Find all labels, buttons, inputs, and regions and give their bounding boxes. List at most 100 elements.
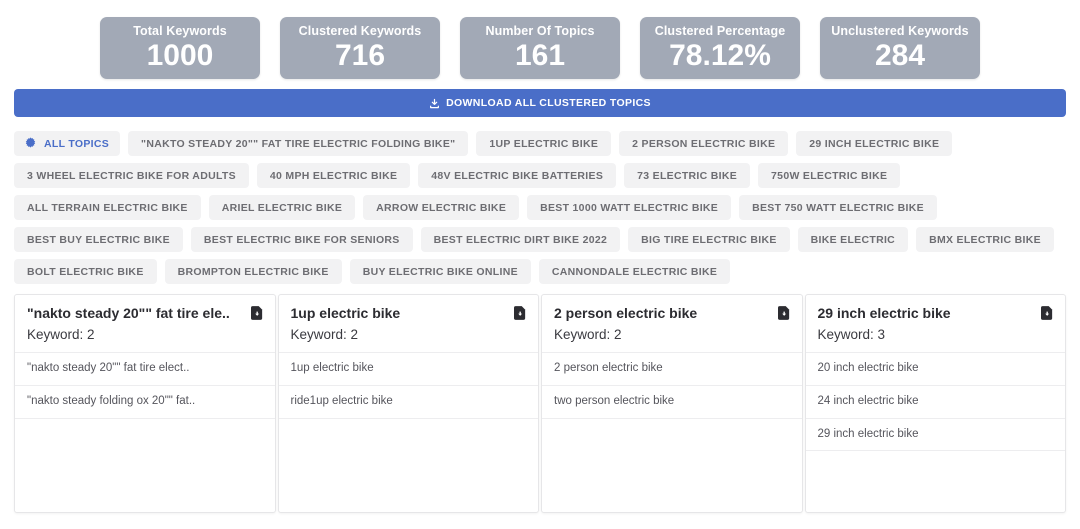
topic-tag[interactable]: BEST 1000 WATT ELECTRIC BIKE <box>527 195 731 220</box>
topic-tag[interactable]: BEST ELECTRIC DIRT BIKE 2022 <box>421 227 621 252</box>
cluster-keyword-item[interactable]: two person electric bike <box>542 386 802 419</box>
stat-value: 284 <box>875 40 925 72</box>
cluster-card-header: 29 inch electric bike Keyword: 3 <box>806 295 1066 353</box>
topic-tag-label: 3 WHEEL ELECTRIC BIKE FOR ADULTS <box>27 170 236 182</box>
topic-tag[interactable]: BUY ELECTRIC BIKE ONLINE <box>350 259 531 284</box>
topic-tag-label: 48V ELECTRIC BIKE BATTERIES <box>431 170 603 182</box>
topic-tag-label: BROMPTON ELECTRIC BIKE <box>178 266 329 278</box>
topic-tag[interactable]: ALL TERRAIN ELECTRIC BIKE <box>14 195 201 220</box>
topic-tag[interactable]: 1UP ELECTRIC BIKE <box>476 131 611 156</box>
topic-tag-label: ALL TOPICS <box>44 138 109 150</box>
cluster-card-title: 2 person electric bike <box>554 305 697 322</box>
keyword-clustering-page: Total Keywords 1000 Clustered Keywords 7… <box>0 0 1080 529</box>
topic-tag-label: BMX ELECTRIC BIKE <box>929 234 1041 246</box>
topic-tag[interactable]: 750W ELECTRIC BIKE <box>758 163 900 188</box>
cluster-keyword-item[interactable]: 24 inch electric bike <box>806 386 1066 419</box>
stat-value: 716 <box>335 40 385 72</box>
topic-tag[interactable]: BEST ELECTRIC BIKE FOR SENIORS <box>191 227 413 252</box>
topic-tag[interactable]: 73 ELECTRIC BIKE <box>624 163 750 188</box>
cluster-card-keyword-count: Keyword: 3 <box>818 327 1054 343</box>
cluster-keyword-item[interactable]: 2 person electric bike <box>542 353 802 386</box>
topic-tag-list: ALL TOPICS "NAKTO STEADY 20"" FAT TIRE E… <box>0 117 1080 284</box>
topic-tag-label: 73 ELECTRIC BIKE <box>637 170 737 182</box>
topic-tag-label: BOLT ELECTRIC BIKE <box>27 266 144 278</box>
topic-tag-label: CANNONDALE ELECTRIC BIKE <box>552 266 717 278</box>
topic-tag-label: BEST ELECTRIC DIRT BIKE 2022 <box>434 234 608 246</box>
topic-tag[interactable]: 3 WHEEL ELECTRIC BIKE FOR ADULTS <box>14 163 249 188</box>
cluster-card-keyword-count: Keyword: 2 <box>554 327 790 343</box>
cluster-card-title: "nakto steady 20"" fat tire ele.. <box>27 305 230 322</box>
topic-tag-label: BEST BUY ELECTRIC BIKE <box>27 234 170 246</box>
topic-tag[interactable]: 48V ELECTRIC BIKE BATTERIES <box>418 163 616 188</box>
topic-tag-label: ALL TERRAIN ELECTRIC BIKE <box>27 202 188 214</box>
download-bar-wrap: DOWNLOAD ALL CLUSTERED TOPICS <box>0 89 1080 117</box>
topic-tag[interactable]: 40 MPH ELECTRIC BIKE <box>257 163 410 188</box>
stat-label: Clustered Percentage <box>655 25 786 38</box>
gear-icon <box>25 137 36 151</box>
topic-tag[interactable]: BOLT ELECTRIC BIKE <box>14 259 157 284</box>
stat-label: Total Keywords <box>133 25 227 38</box>
topic-tag-label: ARIEL ELECTRIC BIKE <box>222 202 342 214</box>
topic-tag[interactable]: BROMPTON ELECTRIC BIKE <box>165 259 342 284</box>
topic-tag-all-topics[interactable]: ALL TOPICS <box>14 131 120 156</box>
cluster-card-title: 1up electric bike <box>291 305 401 322</box>
cluster-card: 29 inch electric bike Keyword: 3 20 inch… <box>805 294 1067 513</box>
topic-tag-label: 1UP ELECTRIC BIKE <box>489 138 598 150</box>
topic-tag-label: BUY ELECTRIC BIKE ONLINE <box>363 266 518 278</box>
stat-card-clustered-keywords: Clustered Keywords 716 <box>280 17 440 79</box>
cluster-card-header: "nakto steady 20"" fat tire ele.. Keywor… <box>15 295 275 353</box>
topic-tag[interactable]: BIKE ELECTRIC <box>798 227 908 252</box>
topic-tag-label: 2 PERSON ELECTRIC BIKE <box>632 138 775 150</box>
topic-tag-label: BEST 750 WATT ELECTRIC BIKE <box>752 202 924 214</box>
cluster-card-header: 1up electric bike Keyword: 2 <box>279 295 539 353</box>
stat-card-number-of-topics: Number Of Topics 161 <box>460 17 620 79</box>
cluster-card-header: 2 person electric bike Keyword: 2 <box>542 295 802 353</box>
cluster-keyword-item[interactable]: "nakto steady folding ox 20"" fat.. <box>15 386 275 419</box>
cluster-card: "nakto steady 20"" fat tire ele.. Keywor… <box>14 294 276 513</box>
topic-tag[interactable]: "NAKTO STEADY 20"" FAT TIRE ELECTRIC FOL… <box>128 131 468 156</box>
stat-value: 1000 <box>147 40 214 72</box>
topic-tag[interactable]: CANNONDALE ELECTRIC BIKE <box>539 259 730 284</box>
stat-card-clustered-percentage: Clustered Percentage 78.12% <box>640 17 800 79</box>
topic-tag-label: "NAKTO STEADY 20"" FAT TIRE ELECTRIC FOL… <box>141 138 455 150</box>
file-download-icon[interactable] <box>778 306 790 320</box>
file-download-icon[interactable] <box>1041 306 1053 320</box>
cluster-keyword-item[interactable]: 1up electric bike <box>279 353 539 386</box>
topic-tag-label: BIKE ELECTRIC <box>811 234 895 246</box>
topic-tag-label: BEST ELECTRIC BIKE FOR SENIORS <box>204 234 400 246</box>
file-download-icon[interactable] <box>251 306 263 320</box>
download-icon <box>429 98 440 109</box>
topic-tag-label: 29 INCH ELECTRIC BIKE <box>809 138 939 150</box>
cluster-keyword-item[interactable]: "nakto steady 20"" fat tire elect.. <box>15 353 275 386</box>
cluster-keyword-item[interactable]: ride1up electric bike <box>279 386 539 419</box>
stat-value: 78.12% <box>669 40 771 72</box>
topic-tag[interactable]: BEST 750 WATT ELECTRIC BIKE <box>739 195 937 220</box>
stat-card-unclustered-keywords: Unclustered Keywords 284 <box>820 17 980 79</box>
stat-value: 161 <box>515 40 565 72</box>
cluster-keyword-item[interactable]: 29 inch electric bike <box>806 419 1066 452</box>
topic-tag[interactable]: ARIEL ELECTRIC BIKE <box>209 195 355 220</box>
cluster-card-title: 29 inch electric bike <box>818 305 951 322</box>
topic-tag[interactable]: 2 PERSON ELECTRIC BIKE <box>619 131 788 156</box>
topic-tag[interactable]: ARROW ELECTRIC BIKE <box>363 195 519 220</box>
topic-tag[interactable]: 29 INCH ELECTRIC BIKE <box>796 131 952 156</box>
download-all-clustered-topics-button[interactable]: DOWNLOAD ALL CLUSTERED TOPICS <box>14 89 1066 117</box>
file-download-icon[interactable] <box>514 306 526 320</box>
download-button-label: DOWNLOAD ALL CLUSTERED TOPICS <box>446 97 651 109</box>
stat-label: Number Of Topics <box>485 25 594 38</box>
topic-tag[interactable]: BIG TIRE ELECTRIC BIKE <box>628 227 790 252</box>
topic-tag-label: 40 MPH ELECTRIC BIKE <box>270 170 397 182</box>
stats-row: Total Keywords 1000 Clustered Keywords 7… <box>0 0 1080 89</box>
topic-tag[interactable]: BEST BUY ELECTRIC BIKE <box>14 227 183 252</box>
stat-card-total-keywords: Total Keywords 1000 <box>100 17 260 79</box>
cluster-card: 2 person electric bike Keyword: 2 2 pers… <box>541 294 803 513</box>
topic-tag-label: ARROW ELECTRIC BIKE <box>376 202 506 214</box>
cluster-card: 1up electric bike Keyword: 2 1up electri… <box>278 294 540 513</box>
topic-tag-label: BEST 1000 WATT ELECTRIC BIKE <box>540 202 718 214</box>
cluster-card-keyword-count: Keyword: 2 <box>291 327 527 343</box>
cluster-keyword-item[interactable]: 20 inch electric bike <box>806 353 1066 386</box>
stat-label: Clustered Keywords <box>299 25 422 38</box>
topic-tag[interactable]: BMX ELECTRIC BIKE <box>916 227 1054 252</box>
topic-tag-label: BIG TIRE ELECTRIC BIKE <box>641 234 777 246</box>
cluster-card-row: "nakto steady 20"" fat tire ele.. Keywor… <box>0 284 1080 513</box>
